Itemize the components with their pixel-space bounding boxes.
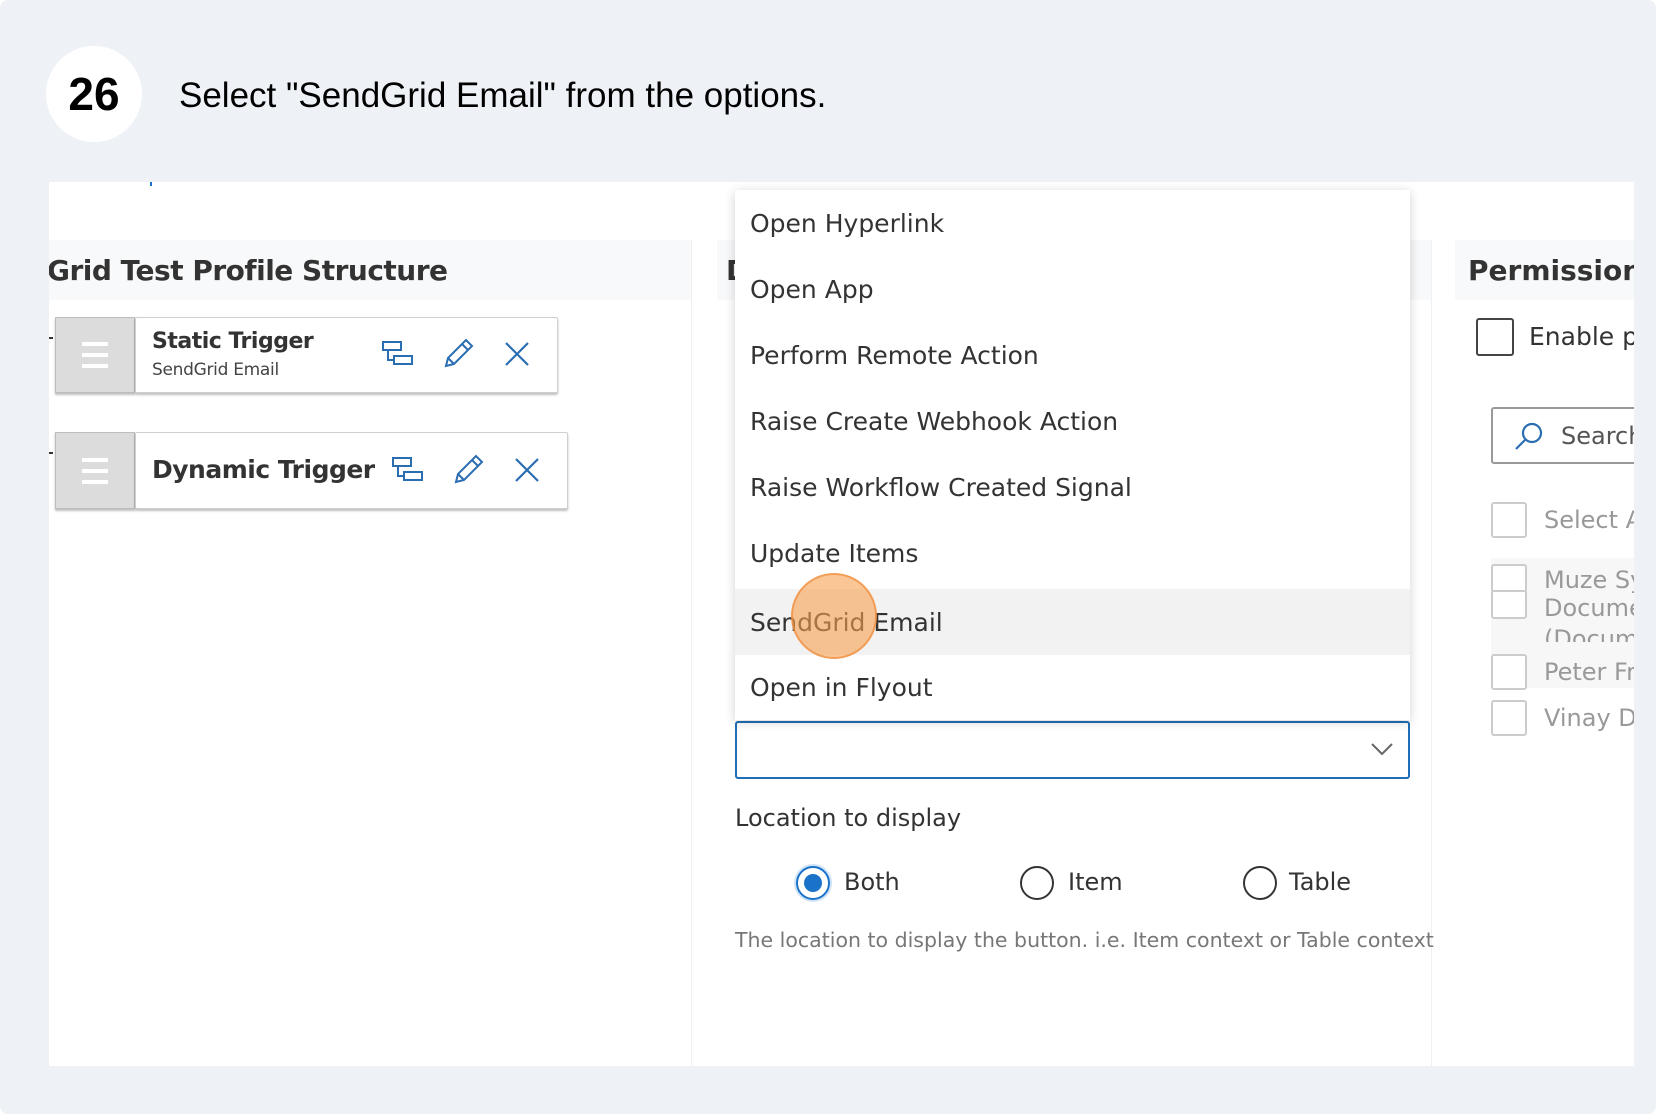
pencil-icon[interactable] [442,336,474,370]
option-open-hyperlink[interactable]: Open Hyperlink [735,190,1410,256]
permissions-search-input[interactable]: Search [1491,407,1634,464]
radio-label-both: Both [844,868,900,896]
enable-permissions-label: Enable pe [1529,322,1634,351]
trigger-subtitle: SendGrid Email [152,360,279,380]
trigger-title: Static Trigger [152,329,314,354]
pencil-icon[interactable] [452,452,484,486]
option-raise-workflow-created-signal[interactable]: Raise Workflow Created Signal [735,454,1410,520]
list-item-label: Vinay D [1544,704,1634,732]
list-item-label: Peter Fr [1544,658,1634,686]
drag-handle[interactable] [55,317,135,393]
option-raise-create-webhook-action[interactable]: Raise Create Webhook Action [735,388,1410,454]
panel-header: Grid Test Profile Structure [49,240,691,300]
close-icon[interactable] [513,456,541,484]
hierarchy-icon[interactable] [382,340,414,368]
list-item-label: Muze Sy [1544,566,1634,594]
option-open-app[interactable]: Open App [735,256,1410,322]
click-indicator [791,573,877,659]
panel-title: Grid Test Profile Structure [49,254,448,287]
action-type-select[interactable] [735,721,1410,779]
option-perform-remote-action[interactable]: Perform Remote Action [735,322,1410,388]
radio-both[interactable] [796,866,830,900]
close-icon[interactable] [503,340,531,368]
profile-structure-panel: Grid Test Profile Structure Static Trigg… [49,240,692,1066]
tree-connector [49,337,53,339]
tree-connector [49,452,53,454]
list-checkbox[interactable] [1491,590,1527,619]
list-checkbox[interactable] [1491,700,1527,736]
select-all-checkbox[interactable] [1491,502,1527,538]
radio-item[interactable] [1020,866,1054,900]
step-instruction: Select "SendGrid Email" from the options… [179,76,827,115]
list-item-label: Docume [1544,594,1634,622]
list-checkbox[interactable] [1491,654,1527,690]
enable-permissions-checkbox[interactable] [1476,318,1514,356]
permissions-title: Permissions [1468,254,1634,287]
radio-label-table: Table [1289,868,1352,896]
drag-handle[interactable] [55,432,135,509]
radio-table[interactable] [1243,866,1277,900]
location-help-text: The location to display the button. i.e.… [735,928,1434,952]
step-number-badge: 26 [46,46,142,142]
select-all-label: Select A [1544,506,1634,534]
trigger-title: Dynamic Trigger [152,455,375,484]
chevron-down-icon [1371,743,1393,756]
trigger-card-dynamic[interactable]: Dynamic Trigger [135,432,568,509]
hierarchy-icon[interactable] [392,456,424,484]
location-label: Location to display [735,804,962,832]
search-icon [1515,422,1543,450]
list-item-label: (Docum [1544,626,1634,642]
option-open-in-flyout[interactable]: Open in Flyout [735,654,1410,720]
app-screenshot: Grid Test Profile Structure Static Trigg… [49,182,1634,1066]
list-checkbox[interactable] [1491,564,1527,593]
tab-indicator [150,182,152,186]
search-placeholder: Search [1561,422,1634,450]
trigger-card-static[interactable]: Static Trigger SendGrid Email [135,317,558,393]
radio-label-item: Item [1068,868,1123,896]
